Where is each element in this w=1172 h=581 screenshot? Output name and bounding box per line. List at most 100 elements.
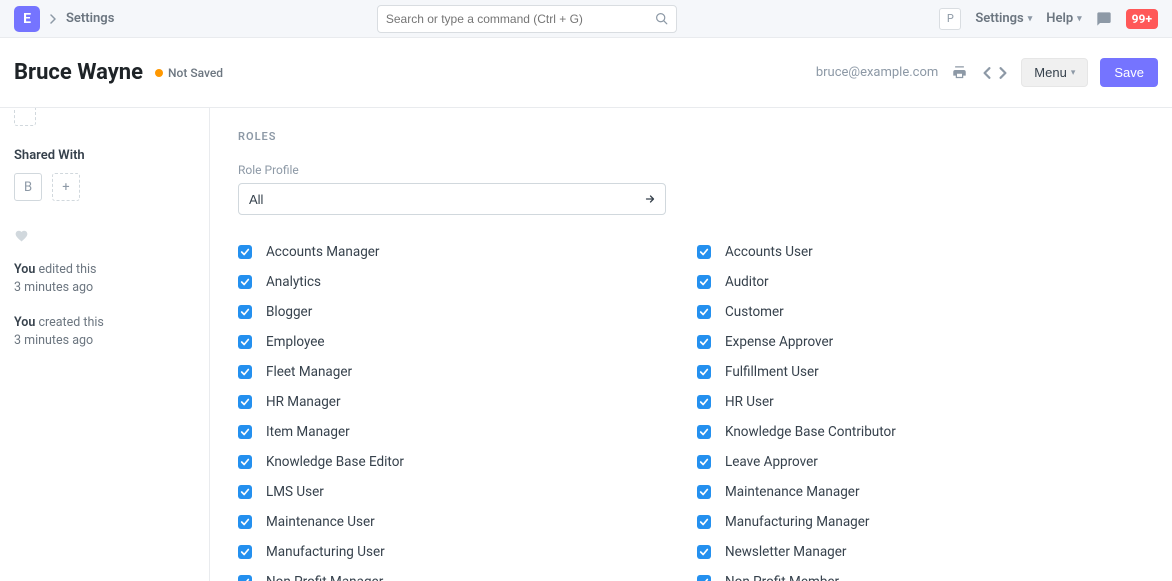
role-row: Fulfillment User: [697, 357, 1144, 387]
chevron-right-icon: [50, 14, 56, 24]
role-row: Non Profit Member: [697, 567, 1144, 581]
role-checkbox[interactable]: [238, 365, 252, 379]
prev-record-icon[interactable]: [981, 65, 993, 81]
role-label: Maintenance Manager: [725, 484, 860, 500]
timeline-created-action: created this: [35, 315, 104, 330]
search-input[interactable]: [386, 12, 655, 26]
record-nav: [981, 65, 1009, 81]
role-checkbox[interactable]: [238, 245, 252, 259]
role-checkbox[interactable]: [697, 275, 711, 289]
caret-down-icon: ▾: [1077, 14, 1082, 24]
roles-grid: Accounts Manager Analytics Blogger Employee…: [238, 237, 1144, 581]
print-icon[interactable]: [950, 63, 969, 82]
timeline-edited-who: You: [14, 262, 35, 277]
role-checkbox[interactable]: [697, 515, 711, 529]
like-icon[interactable]: [14, 229, 195, 243]
role-profile-label: Role Profile: [238, 163, 1144, 177]
breadcrumb[interactable]: Settings: [66, 11, 114, 26]
role-row: Knowledge Base Editor: [238, 447, 685, 477]
nav-center: [377, 5, 677, 33]
role-label: Item Manager: [266, 424, 350, 440]
role-checkbox[interactable]: [238, 545, 252, 559]
role-label: Non Profit Member: [725, 574, 839, 581]
role-label: Maintenance User: [266, 514, 375, 530]
timeline-edited: You edited this 3 minutes ago: [14, 261, 195, 296]
nav-settings[interactable]: Settings ▾: [975, 11, 1032, 26]
sidebar-partial-box: [14, 108, 36, 126]
role-checkbox[interactable]: [697, 545, 711, 559]
user-email: bruce@example.com: [816, 65, 938, 80]
role-checkbox[interactable]: [238, 335, 252, 349]
status-text: Not Saved: [168, 66, 223, 80]
role-checkbox[interactable]: [238, 275, 252, 289]
role-checkbox[interactable]: [697, 575, 711, 581]
search-input-wrap[interactable]: [377, 5, 677, 33]
notification-icon[interactable]: [1096, 11, 1112, 27]
avatar[interactable]: B: [14, 173, 42, 201]
app-logo[interactable]: E: [14, 6, 40, 32]
role-row: Analytics: [238, 267, 685, 297]
role-label: Analytics: [266, 274, 321, 290]
role-checkbox[interactable]: [697, 395, 711, 409]
role-row: Customer: [697, 297, 1144, 327]
role-label: Accounts Manager: [266, 244, 380, 260]
role-label: Employee: [266, 334, 325, 350]
timeline-created-who: You: [14, 315, 35, 330]
role-checkbox[interactable]: [238, 485, 252, 499]
role-row: Maintenance Manager: [697, 477, 1144, 507]
role-profile-select[interactable]: [238, 183, 666, 215]
role-label: Auditor: [725, 274, 769, 290]
notification-badge[interactable]: 99+: [1126, 9, 1158, 29]
role-checkbox[interactable]: [238, 515, 252, 529]
nav-help[interactable]: Help ▾: [1046, 11, 1081, 26]
top-nav: E Settings P Settings ▾ Help ▾ 99+: [0, 0, 1172, 38]
page-header-right: bruce@example.com Menu ▾ Save: [816, 58, 1158, 87]
save-button[interactable]: Save: [1100, 58, 1158, 87]
nav-right: P Settings ▾ Help ▾ 99+: [939, 8, 1158, 30]
next-record-icon[interactable]: [997, 65, 1009, 81]
role-checkbox[interactable]: [238, 575, 252, 581]
role-checkbox[interactable]: [238, 425, 252, 439]
add-share-button[interactable]: +: [52, 173, 80, 201]
role-row: Accounts User: [697, 237, 1144, 267]
status-dot-icon: [155, 69, 163, 77]
role-checkbox[interactable]: [697, 245, 711, 259]
role-label: Newsletter Manager: [725, 544, 847, 560]
nav-settings-label: Settings: [975, 11, 1023, 26]
role-row: Fleet Manager: [238, 357, 685, 387]
role-profile-input[interactable]: [238, 183, 666, 215]
role-label: Fleet Manager: [266, 364, 352, 380]
role-checkbox[interactable]: [697, 365, 711, 379]
roles-column-right: Accounts UserAuditorCustomerExpense Appr…: [697, 237, 1144, 581]
role-checkbox[interactable]: [697, 335, 711, 349]
role-label: Customer: [725, 304, 784, 320]
roles-section-heading: ROLES: [238, 130, 1144, 143]
timeline-edited-when: 3 minutes ago: [14, 279, 195, 297]
role-label: Leave Approver: [725, 454, 818, 470]
role-row: Non Profit Manager: [238, 567, 685, 581]
page-header-left: Bruce Wayne Not Saved: [14, 60, 223, 85]
role-label: Fulfillment User: [725, 364, 819, 380]
menu-button[interactable]: Menu ▾: [1021, 58, 1088, 87]
role-label: Knowledge Base Editor: [266, 454, 404, 470]
role-row: Employee: [238, 327, 685, 357]
body: Shared With B + You edited this 3 minute…: [0, 108, 1172, 581]
menu-button-label: Menu: [1034, 65, 1067, 80]
role-row: Accounts Manager: [238, 237, 685, 267]
role-checkbox[interactable]: [238, 305, 252, 319]
shared-with-row: B +: [14, 173, 195, 201]
role-label: Non Profit Manager: [266, 574, 383, 581]
role-label: Accounts User: [725, 244, 813, 260]
role-row: Manufacturing User: [238, 537, 685, 567]
role-label: HR Manager: [266, 394, 341, 410]
role-checkbox[interactable]: [697, 485, 711, 499]
role-checkbox[interactable]: [238, 455, 252, 469]
role-checkbox[interactable]: [697, 455, 711, 469]
role-label: Manufacturing Manager: [725, 514, 869, 530]
role-checkbox[interactable]: [697, 305, 711, 319]
kbd-hint: P: [939, 8, 961, 30]
role-label: Blogger: [266, 304, 312, 320]
role-checkbox[interactable]: [697, 425, 711, 439]
search-icon: [655, 12, 668, 25]
role-checkbox[interactable]: [238, 395, 252, 409]
